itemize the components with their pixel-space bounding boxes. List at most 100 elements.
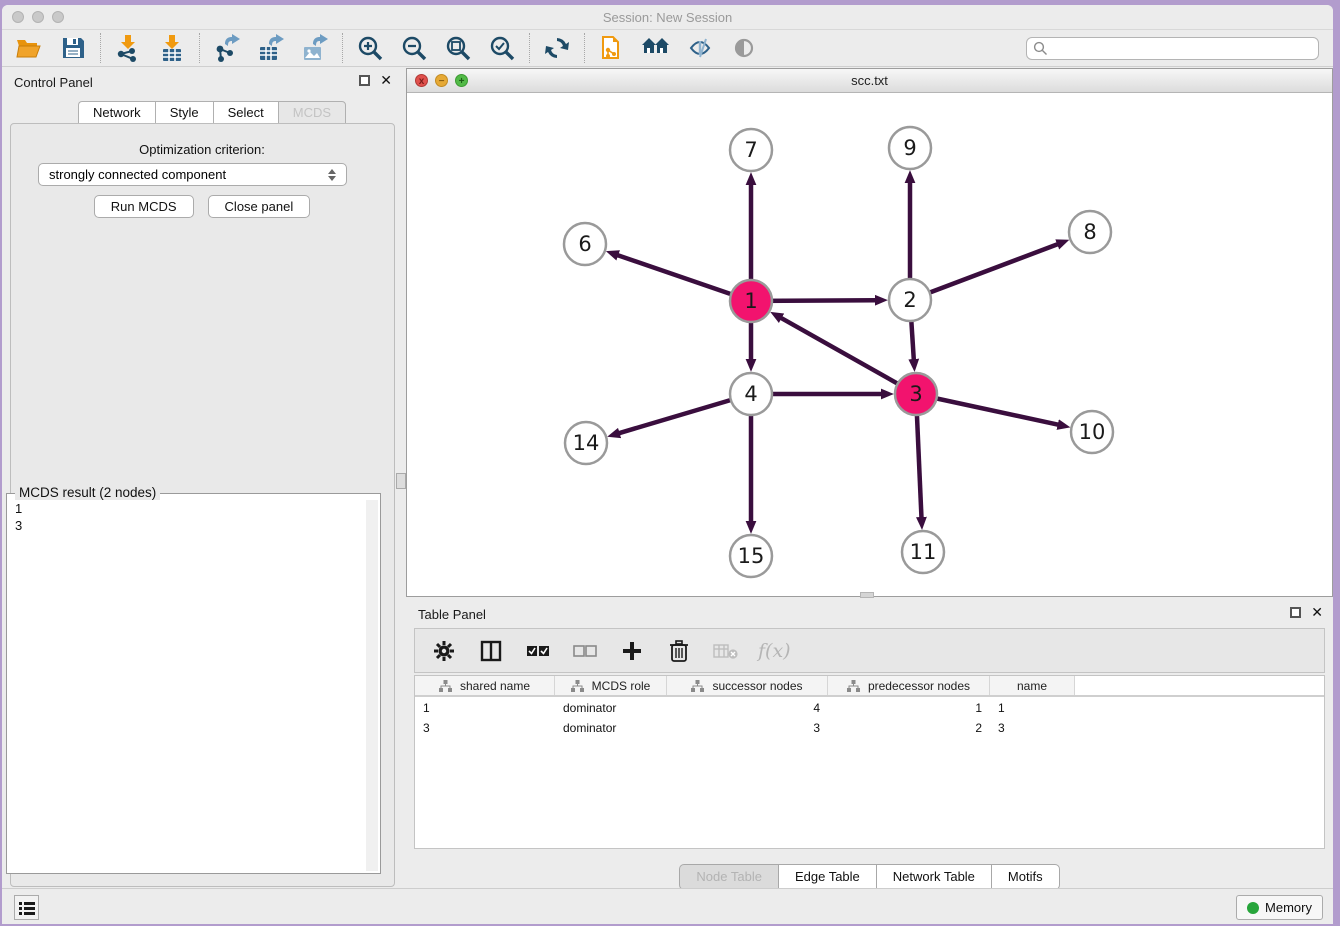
search-icon: [1033, 41, 1048, 56]
export-table-icon[interactable]: [256, 33, 286, 63]
network-canvas[interactable]: 7 9 6 8 1 2 4 3 14 10 15 11: [407, 93, 1332, 596]
criterion-select[interactable]: strongly connected component: [38, 163, 347, 186]
import-table-icon[interactable]: [157, 33, 187, 63]
show-panels-list-button[interactable]: [14, 895, 39, 920]
cell-mcds-role[interactable]: dominator: [555, 701, 667, 717]
criterion-value: strongly connected component: [49, 167, 226, 182]
tab-edge-table[interactable]: Edge Table: [778, 864, 876, 890]
zoom-out-icon[interactable]: [399, 33, 429, 63]
open-file-icon[interactable]: [14, 33, 44, 63]
clone-network-icon[interactable]: [597, 33, 627, 63]
cell-shared-name[interactable]: 1: [415, 701, 555, 717]
table-settings-gear-icon[interactable]: [429, 636, 459, 666]
column-header-mcds-role[interactable]: MCDS role: [555, 676, 667, 695]
column-header-successor-nodes[interactable]: successor nodes: [667, 676, 828, 695]
graph-node-3[interactable]: 3: [895, 373, 937, 415]
graph-node-7[interactable]: 7: [730, 129, 772, 171]
export-network-icon[interactable]: [212, 33, 242, 63]
create-column-icon[interactable]: [617, 636, 647, 666]
float-table-panel-icon[interactable]: [1290, 607, 1301, 618]
refresh-icon[interactable]: [542, 33, 572, 63]
column-header-predecessor-nodes[interactable]: predecessor nodes: [828, 676, 990, 695]
tab-network[interactable]: Network: [78, 101, 155, 125]
svg-text:7: 7: [744, 138, 757, 162]
svg-text:8: 8: [1083, 220, 1096, 244]
column-header-shared-name[interactable]: shared name: [415, 676, 555, 695]
status-bar: Memory: [2, 888, 1333, 924]
zoom-selected-icon[interactable]: [487, 33, 517, 63]
edge-3-1[interactable]: [781, 318, 916, 394]
table-toolbar: f(x): [414, 628, 1325, 673]
cell-shared-name[interactable]: 3: [415, 721, 555, 737]
graph-node-9[interactable]: 9: [889, 127, 931, 169]
graph-node-8[interactable]: 8: [1069, 211, 1111, 253]
float-panel-icon[interactable]: [359, 75, 370, 86]
cell-successor-nodes[interactable]: 4: [667, 701, 828, 717]
deselect-all-columns-icon[interactable]: [570, 636, 600, 666]
tab-node-table[interactable]: Node Table: [679, 864, 778, 890]
zoom-fit-icon[interactable]: [443, 33, 473, 63]
cell-predecessor-nodes[interactable]: 1: [828, 701, 990, 717]
svg-text:11: 11: [910, 540, 937, 564]
control-panel: Control Panel ✕ Network Style Select MCD…: [2, 68, 402, 890]
zoom-in-icon[interactable]: [355, 33, 385, 63]
close-panel-icon[interactable]: ✕: [380, 75, 392, 86]
run-mcds-button[interactable]: Run MCDS: [94, 195, 194, 218]
cell-mcds-role[interactable]: dominator: [555, 721, 667, 737]
graph-node-6[interactable]: 6: [564, 223, 606, 265]
select-stepper-icon: [328, 169, 336, 181]
graph-node-1[interactable]: 1: [730, 280, 772, 322]
svg-text:3: 3: [909, 382, 922, 406]
tab-network-table[interactable]: Network Table: [876, 864, 991, 890]
column-header-name[interactable]: name: [990, 676, 1075, 695]
select-all-columns-icon[interactable]: [523, 636, 553, 666]
show-columns-icon[interactable]: [476, 636, 506, 666]
style-preview-icon[interactable]: [685, 33, 715, 63]
graph-node-10[interactable]: 10: [1071, 411, 1113, 453]
network-graph[interactable]: 7 9 6 8 1 2 4 3 14 10 15 11: [407, 93, 1332, 596]
save-session-icon[interactable]: [58, 33, 88, 63]
export-image-icon[interactable]: [300, 33, 330, 63]
tab-select[interactable]: Select: [213, 101, 278, 125]
table-row[interactable]: 1 dominator 4 1 1: [415, 701, 1324, 717]
close-panel-button[interactable]: Close panel: [208, 195, 311, 218]
window-titlebar: Session: New Session: [2, 5, 1333, 29]
hierarchy-icon: [571, 680, 584, 692]
table-header-row: shared name MCDS role successor nodes pr…: [415, 676, 1324, 697]
edge-2-8[interactable]: [910, 244, 1058, 300]
cell-successor-nodes[interactable]: 3: [667, 721, 828, 737]
svg-text:14: 14: [573, 431, 600, 455]
svg-text:4: 4: [744, 382, 757, 406]
memory-label: Memory: [1265, 900, 1312, 915]
graph-node-4[interactable]: 4: [730, 373, 772, 415]
search-input[interactable]: [1048, 41, 1312, 55]
svg-text:2: 2: [903, 288, 916, 312]
home-layout-icon[interactable]: [641, 33, 671, 63]
cell-name[interactable]: 1: [990, 701, 1075, 717]
delete-column-icon[interactable]: [664, 636, 694, 666]
tab-style[interactable]: Style: [155, 101, 213, 125]
svg-text:15: 15: [738, 544, 765, 568]
close-table-panel-icon[interactable]: ✕: [1311, 607, 1323, 618]
cell-name[interactable]: 3: [990, 721, 1075, 737]
result-scrollbar[interactable]: [366, 500, 378, 871]
table-panel: Table Panel ✕: [406, 600, 1333, 893]
mcds-result-title: MCDS result (2 nodes): [15, 485, 160, 500]
search-field[interactable]: [1026, 37, 1319, 60]
vertical-splitter-handle[interactable]: [396, 473, 406, 489]
tab-motifs[interactable]: Motifs: [991, 864, 1060, 890]
hierarchy-icon: [691, 680, 704, 692]
show-hide-eye-icon[interactable]: [729, 33, 759, 63]
graph-node-15[interactable]: 15: [730, 535, 772, 577]
network-frame: x − + scc.txt 7968124314101511: [406, 68, 1333, 597]
memory-button[interactable]: Memory: [1236, 895, 1323, 920]
import-network-icon[interactable]: [113, 33, 143, 63]
network-title: scc.txt: [407, 73, 1332, 88]
cell-predecessor-nodes[interactable]: 2: [828, 721, 990, 737]
graph-node-11[interactable]: 11: [902, 531, 944, 573]
graph-node-14[interactable]: 14: [565, 422, 607, 464]
tab-mcds[interactable]: MCDS: [278, 101, 346, 125]
horizontal-splitter-handle[interactable]: [860, 592, 874, 598]
table-row[interactable]: 3 dominator 3 2 3: [415, 721, 1324, 737]
graph-node-2[interactable]: 2: [889, 279, 931, 321]
